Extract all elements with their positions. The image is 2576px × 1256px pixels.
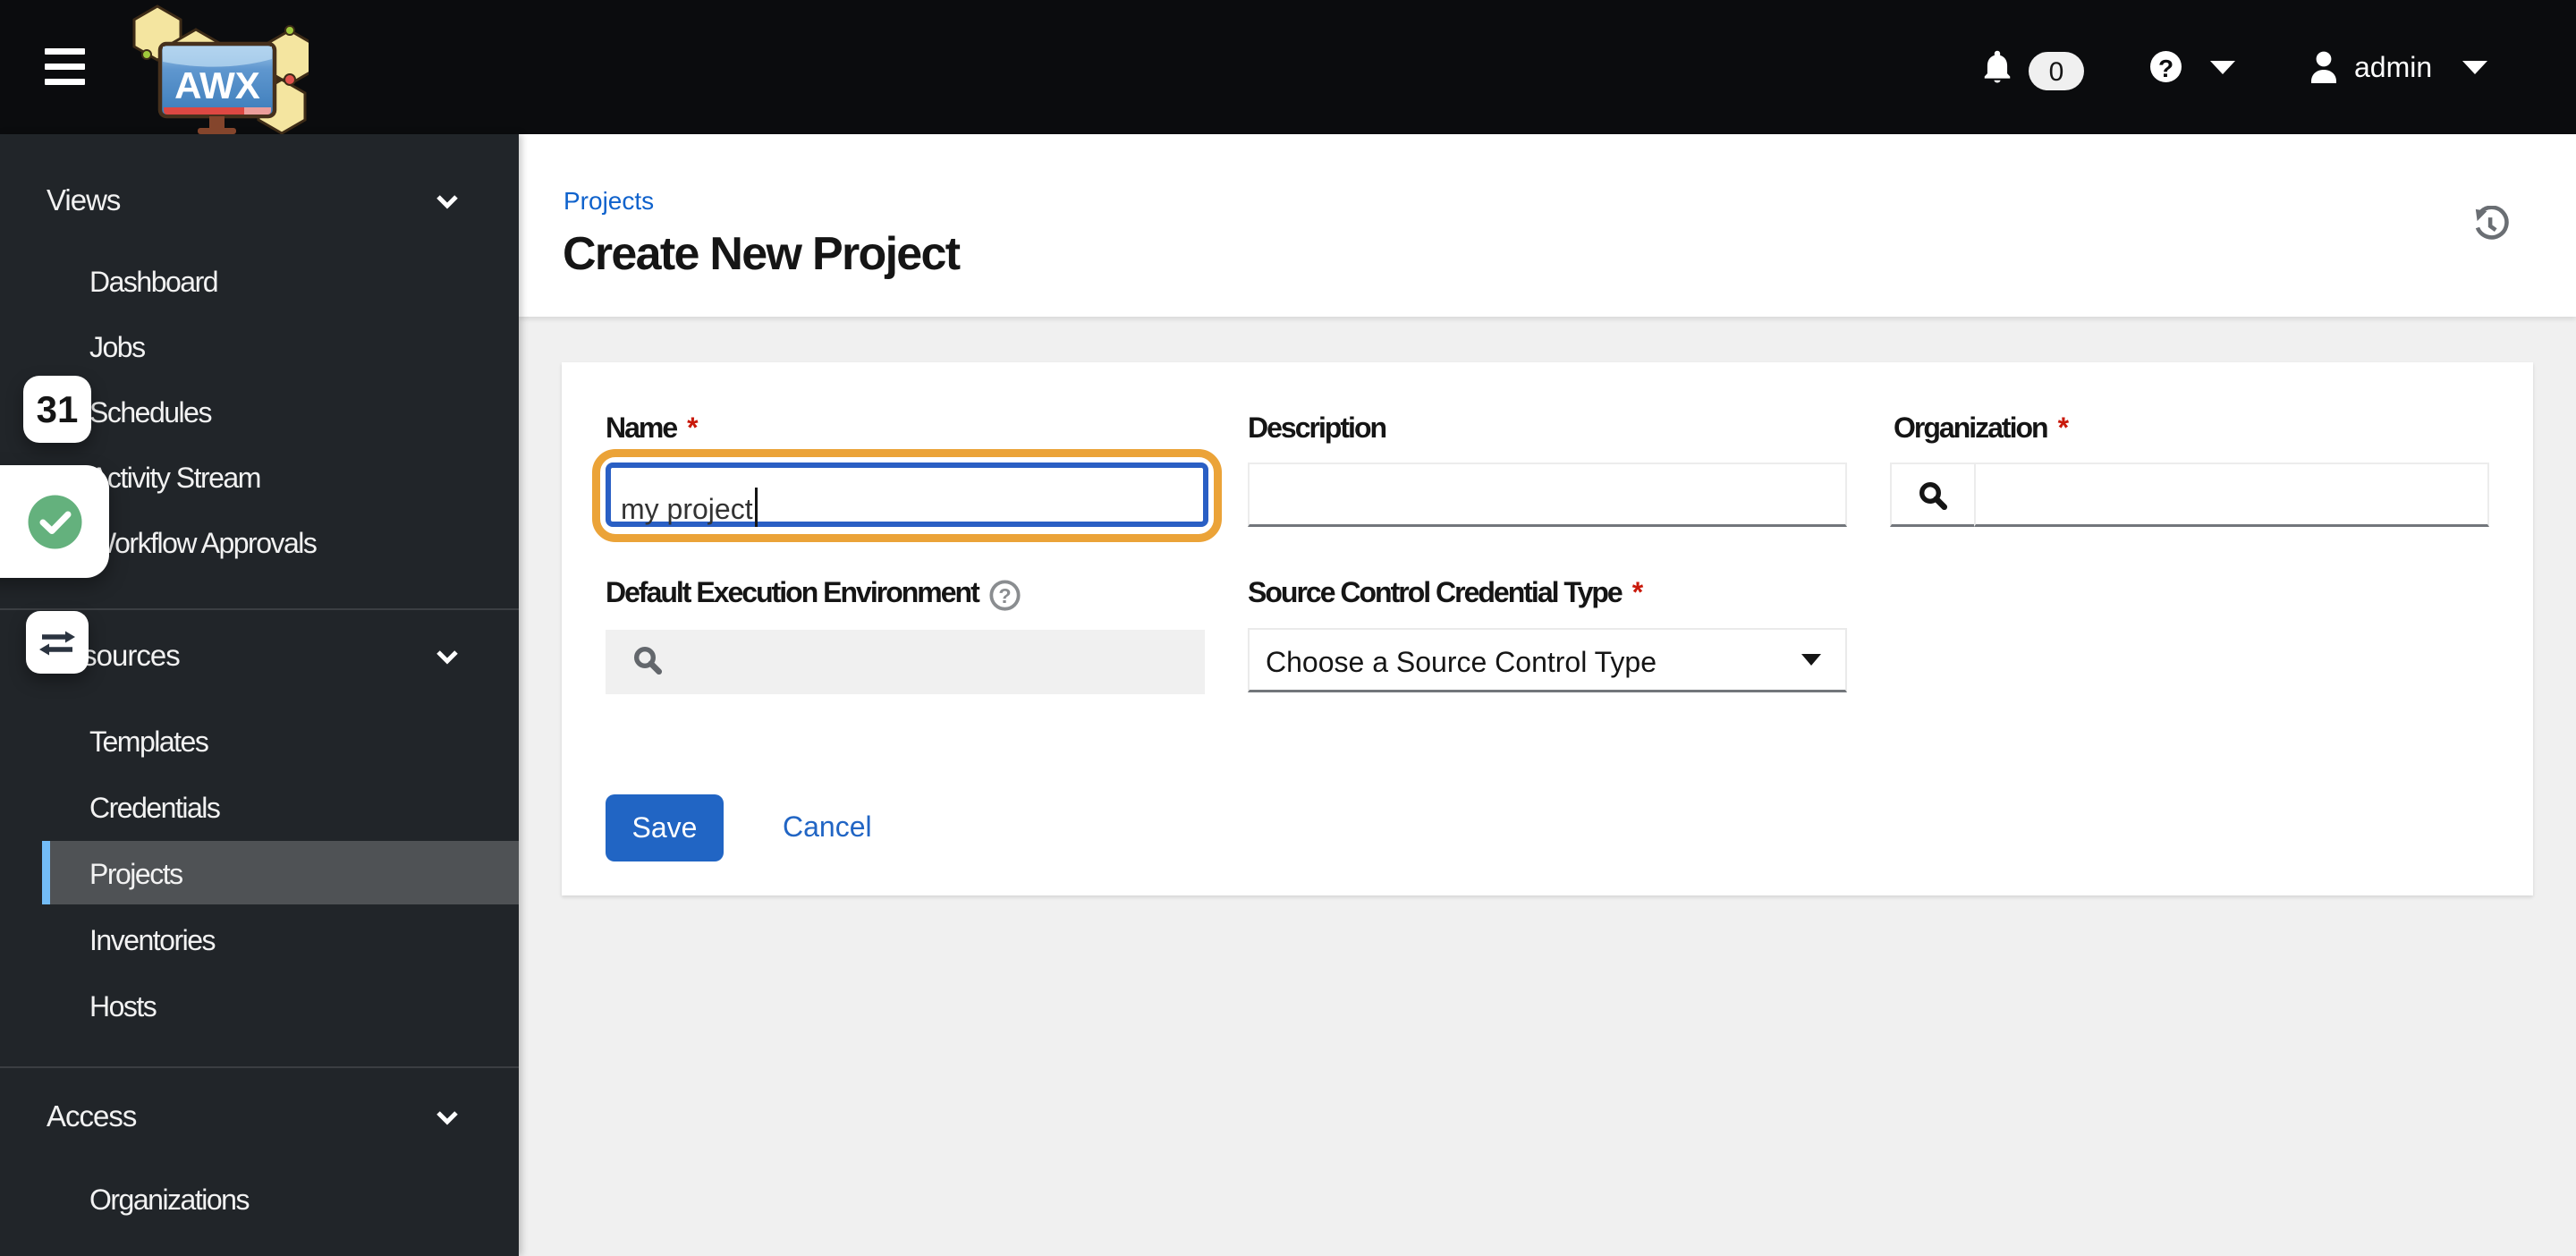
svg-text:?: ? [998, 584, 1011, 607]
svg-text:AWX: AWX [174, 64, 260, 106]
